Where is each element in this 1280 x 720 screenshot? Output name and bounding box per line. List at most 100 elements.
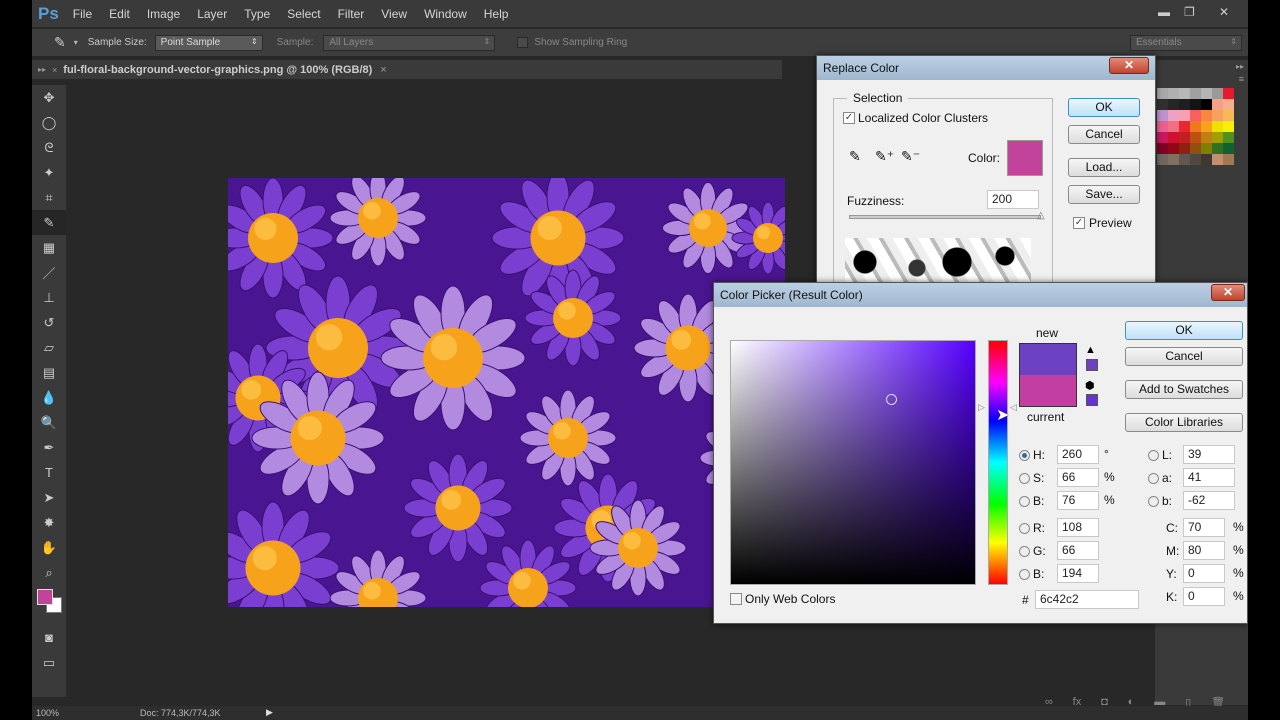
dialog-titlebar[interactable]: Color Picker (Result Color) ✕ [714, 283, 1247, 307]
swatch[interactable] [1157, 99, 1168, 110]
swatch[interactable] [1190, 88, 1201, 99]
restore-button[interactable]: ❐ [1184, 5, 1195, 19]
menu-layer[interactable]: Layer [197, 7, 227, 21]
lab-a-input[interactable]: 41 [1183, 468, 1235, 487]
screen-mode-icon[interactable]: ▭ [32, 650, 66, 675]
path-selection-tool-icon[interactable]: ➤ [32, 485, 66, 510]
green-radio[interactable] [1019, 546, 1030, 557]
swatch[interactable] [1212, 154, 1223, 165]
brightness-radio[interactable] [1019, 496, 1030, 507]
black-input[interactable]: 0 [1183, 587, 1225, 606]
fuzziness-slider-track[interactable] [849, 215, 1041, 219]
lab-b-input[interactable]: -62 [1183, 491, 1235, 510]
swatch[interactable] [1212, 121, 1223, 132]
swatch[interactable] [1179, 99, 1190, 110]
dodge-tool-icon[interactable]: 🔍 [32, 410, 66, 435]
panel-menu-icon[interactable]: ≡ [1239, 74, 1244, 84]
close-app-button[interactable]: ✕ [1219, 5, 1229, 19]
sample-size-select[interactable]: Point Sample ⇕ [154, 34, 263, 51]
localized-clusters-checkbox[interactable]: ✓ [843, 112, 855, 124]
swatch[interactable] [1190, 99, 1201, 110]
collapse-icon[interactable]: ▸▸ [38, 65, 46, 74]
sample-select[interactable]: All Layers ⇕ [323, 34, 496, 51]
swatch[interactable] [1201, 99, 1212, 110]
replace-color-swatch[interactable] [1007, 140, 1043, 176]
swatch[interactable] [1157, 110, 1168, 121]
panel-collapse-icon[interactable]: ▸▸ [1236, 62, 1244, 71]
swatch[interactable] [1190, 143, 1201, 154]
menu-select[interactable]: Select [287, 7, 320, 21]
cyan-input[interactable]: 70 [1183, 518, 1225, 537]
menu-help[interactable]: Help [484, 7, 509, 21]
close-button[interactable]: ✕ [1211, 284, 1245, 301]
saturation-radio[interactable] [1019, 473, 1030, 484]
ok-button[interactable]: OK [1125, 321, 1243, 340]
gradient-tool-icon[interactable]: ▤ [32, 360, 66, 385]
swatch[interactable] [1179, 121, 1190, 132]
brush-tool-icon[interactable]: ／ [32, 260, 66, 285]
swatch[interactable] [1201, 154, 1212, 165]
fuzziness-input[interactable]: 200 [987, 190, 1039, 209]
swatch[interactable] [1190, 110, 1201, 121]
web-safe-cube-icon[interactable]: ⬢ [1085, 379, 1095, 392]
status-menu-arrow-icon[interactable]: ▶ [266, 707, 273, 718]
swatch[interactable] [1168, 110, 1179, 121]
add-to-swatches-button[interactable]: Add to Swatches [1125, 380, 1243, 399]
swatch[interactable] [1168, 121, 1179, 132]
swatch[interactable] [1179, 143, 1190, 154]
blue-radio[interactable] [1019, 569, 1030, 580]
close-panel-icon[interactable]: × [52, 65, 57, 75]
preview-checkbox[interactable]: ✓ [1073, 217, 1085, 229]
lab-b-radio[interactable] [1148, 496, 1159, 507]
swatch[interactable] [1212, 88, 1223, 99]
fuzziness-slider-thumb[interactable]: △ [1037, 210, 1045, 221]
swatch[interactable] [1190, 154, 1201, 165]
swatch[interactable] [1212, 110, 1223, 121]
foreground-color-swatch[interactable] [37, 589, 53, 605]
swatch[interactable] [1168, 154, 1179, 165]
menu-view[interactable]: View [381, 7, 407, 21]
swatch[interactable] [1168, 99, 1179, 110]
swatch[interactable] [1201, 132, 1212, 143]
hue-slider-right-arrow-icon[interactable]: ◁ [1010, 402, 1017, 413]
close-tab-icon[interactable]: × [380, 64, 386, 76]
document-canvas[interactable] [228, 178, 785, 607]
swatch[interactable] [1223, 88, 1234, 99]
swatch[interactable] [1223, 154, 1234, 165]
swatch[interactable] [1223, 99, 1234, 110]
swatch[interactable] [1157, 143, 1168, 154]
swatch[interactable] [1168, 132, 1179, 143]
swatch[interactable] [1212, 99, 1223, 110]
swatch[interactable] [1168, 143, 1179, 154]
swatch[interactable] [1201, 110, 1212, 121]
red-radio[interactable] [1019, 523, 1030, 534]
ok-button[interactable]: OK [1068, 98, 1140, 117]
only-web-colors-checkbox[interactable] [730, 593, 742, 605]
hue-slider-left-arrow-icon[interactable]: ▷ [978, 402, 985, 413]
eyedropper-tool-icon[interactable]: ✎ [54, 34, 66, 51]
swatch[interactable] [1168, 88, 1179, 99]
swatch[interactable] [1190, 121, 1201, 132]
swatch[interactable] [1223, 143, 1234, 154]
saturation-input[interactable]: 66 [1057, 468, 1099, 487]
magic-wand-tool-icon[interactable]: ✦ [32, 160, 66, 185]
lab-l-radio[interactable] [1148, 450, 1159, 461]
hue-input[interactable]: 260 [1057, 445, 1099, 464]
blur-tool-icon[interactable]: 💧 [32, 385, 66, 410]
hex-input[interactable]: 6c42c2 [1035, 590, 1139, 609]
swatch[interactable] [1223, 132, 1234, 143]
custom-shape-tool-icon[interactable]: ✸ [32, 510, 66, 535]
swatch[interactable] [1190, 132, 1201, 143]
swatch[interactable] [1212, 143, 1223, 154]
clone-stamp-tool-icon[interactable]: ⊥ [32, 285, 66, 310]
sampling-ring-checkbox[interactable] [517, 37, 529, 48]
save-button[interactable]: Save... [1068, 185, 1140, 204]
cancel-button[interactable]: Cancel [1125, 347, 1243, 366]
green-input[interactable]: 66 [1057, 541, 1099, 560]
menu-type[interactable]: Type [244, 7, 270, 21]
dialog-titlebar[interactable]: Replace Color ✕ [817, 56, 1155, 80]
type-tool-icon[interactable]: T [32, 460, 66, 485]
menu-edit[interactable]: Edit [109, 7, 130, 21]
swatch[interactable] [1201, 143, 1212, 154]
elliptical-marquee-tool-icon[interactable]: ◯ [32, 110, 66, 135]
